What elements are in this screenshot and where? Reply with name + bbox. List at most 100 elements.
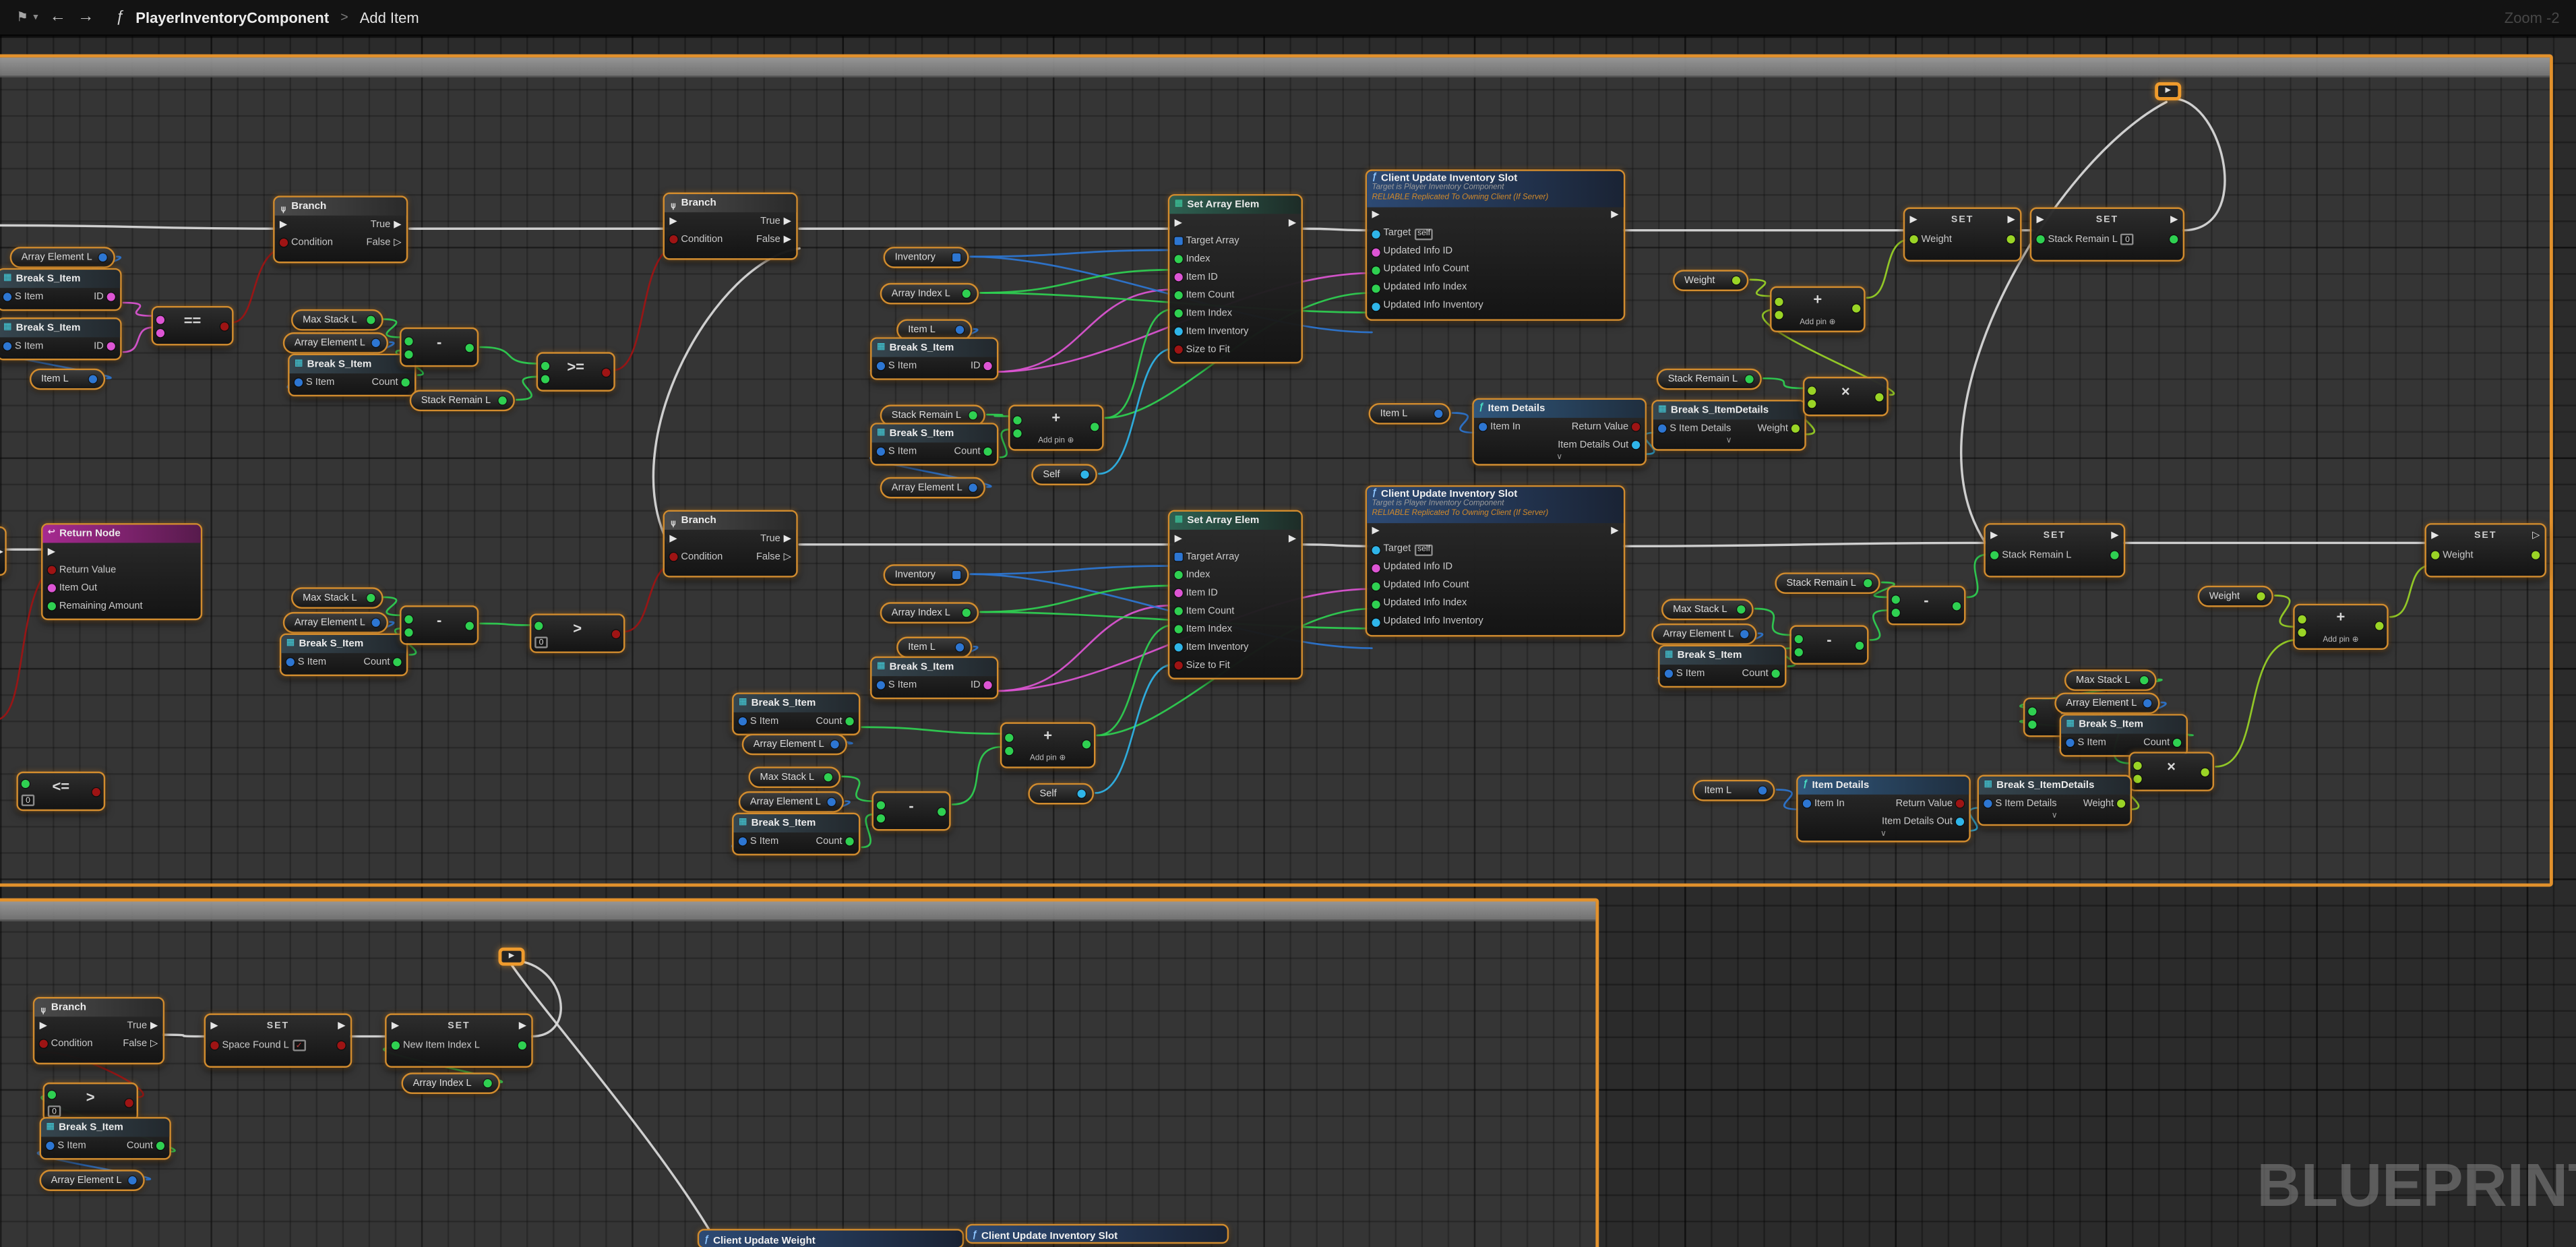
updated-info-inventory-pin[interactable] — [1372, 617, 1380, 626]
output-pin[interactable] — [1758, 787, 1767, 795]
node-header[interactable]: ƒClient Update Inventory SlotTarget is P… — [1367, 171, 1624, 206]
exec-in-pin[interactable]: ▶ — [1372, 210, 1379, 220]
variable-pill-item-l[interactable]: Item L — [1369, 403, 1451, 425]
set-array-elem-node[interactable]: ▦Set Array Elem▶▶Target ArrayIndexItem I… — [1168, 510, 1303, 679]
target-value[interactable]: self — [1414, 228, 1434, 239]
variable-pill-max-stack-l[interactable]: Max Stack L — [748, 766, 840, 788]
node-header[interactable]: ▦Break S_Item — [734, 694, 859, 712]
result-pin[interactable] — [602, 369, 610, 377]
node-header[interactable]: ▦Break S_Item — [872, 339, 997, 357]
variable-pill-array-element-l[interactable]: Array Element L — [10, 247, 115, 268]
node-header[interactable]: ⋔Branch — [665, 512, 796, 530]
input-pin-b[interactable] — [2298, 628, 2306, 636]
output-pin[interactable] — [1740, 630, 1748, 638]
exec-in-pin[interactable]: ▶ — [669, 216, 677, 226]
operator-multiply-node[interactable]: × — [1803, 377, 1889, 417]
s-item-input-pin[interactable] — [3, 293, 11, 301]
node-header[interactable]: ƒItem Details — [1474, 400, 1645, 418]
node-header[interactable]: ▦Break S_Item — [734, 814, 859, 832]
output-pin[interactable] — [499, 396, 507, 404]
break-s-item-node[interactable]: ▦Break S_ItemS ItemID — [0, 317, 122, 360]
updated-info-id-pin[interactable] — [1372, 564, 1380, 572]
input-pin-b[interactable] — [1795, 648, 1803, 657]
input-pin-b[interactable] — [1013, 429, 1021, 437]
input-pin-a[interactable] — [1775, 298, 1783, 306]
break-s-item-node[interactable]: ▦Break S_ItemS ItemCount — [732, 813, 860, 855]
reroute-node[interactable]: ▶ — [499, 948, 525, 966]
target-pin[interactable] — [1372, 229, 1380, 237]
output-pin[interactable] — [98, 253, 106, 262]
set-new-item-index-l-node[interactable]: ▶SET▶New Item Index L — [385, 1013, 533, 1068]
exec-in-pin[interactable]: ▶ — [1372, 526, 1379, 537]
break-s-item-node[interactable]: ▦Break S_ItemS ItemCount — [870, 423, 998, 465]
true-exec-pin[interactable]: ▶ — [784, 216, 791, 226]
break-s-itemdetails-node[interactable]: ▦Break S_ItemDetailsS Item DetailsWeight… — [1977, 775, 2132, 826]
input-pin-a[interactable] — [404, 615, 412, 624]
set-weight-node[interactable]: ▶SET▶Weight — [1903, 208, 2022, 262]
return-value-pin[interactable] — [1956, 799, 1964, 808]
output-pin[interactable] — [1745, 375, 1753, 383]
add-node[interactable]: +Add pin⊕ — [1000, 722, 1096, 768]
clipped-node[interactable]: ▶ — [0, 526, 7, 576]
variable-pill-stack-remain-l[interactable]: Stack Remain L — [1657, 369, 1762, 390]
set-space-found-l-node[interactable]: ▶SET▶Space Found L✓ — [204, 1013, 352, 1068]
count-output-pin[interactable] — [1772, 669, 1780, 677]
break-s-item-node[interactable]: ▦Break S_ItemS ItemCount — [40, 1117, 171, 1159]
output-pin[interactable] — [2143, 699, 2151, 707]
branch-node[interactable]: ⋔Branch▶True▶ConditionFalse▷ — [273, 195, 408, 263]
variable-pill-array-index-l[interactable]: Array Index L — [402, 1072, 500, 1094]
value-input[interactable]: 0 — [2121, 234, 2135, 245]
checkbox[interactable]: ✓ — [293, 1039, 306, 1051]
value-input-pin[interactable] — [392, 1041, 400, 1050]
exec-in-pin[interactable]: ▶ — [48, 547, 55, 557]
input-pin-a[interactable] — [534, 622, 543, 630]
operator-equals-node[interactable]: == — [152, 306, 234, 346]
variable-pill-weight[interactable]: Weight — [1673, 270, 1748, 291]
exec-pin[interactable]: ▶ — [2165, 88, 2170, 95]
s-item-input-pin[interactable] — [1665, 669, 1673, 677]
output-pin[interactable] — [1078, 789, 1086, 797]
input-pin-a[interactable] — [2028, 707, 2036, 715]
variable-pill-array-index-l[interactable]: Array Index L — [880, 283, 979, 305]
input-pin-b[interactable] — [1892, 609, 1900, 617]
count-output-pin[interactable] — [402, 378, 410, 386]
false-exec-pin[interactable]: ▷ — [394, 238, 401, 248]
add-pin-row[interactable]: Add pin⊕ — [2295, 637, 2387, 645]
item-id-pin[interactable] — [1175, 273, 1183, 281]
weight-output-pin[interactable] — [2117, 799, 2125, 808]
collapse-chevron-icon[interactable]: ∨ — [1653, 437, 1805, 448]
variable-pill-max-stack-l[interactable]: Max Stack L — [291, 309, 384, 331]
node-header[interactable]: ▦Break S_Item — [872, 658, 997, 676]
variable-pill-item-l[interactable]: Item L — [30, 369, 105, 390]
target-array-pin[interactable] — [1175, 553, 1183, 561]
branch-node[interactable]: ⋔Branch▶True▶ConditionFalse▶ — [663, 193, 798, 260]
input-pin-a[interactable] — [404, 337, 412, 345]
item-inventory-pin[interactable] — [1175, 643, 1183, 651]
variable-pill-self[interactable]: Self — [1031, 464, 1097, 485]
input-pin-a[interactable] — [2298, 615, 2306, 624]
client-update-weight-node[interactable]: ƒClient Update Weight — [698, 1229, 964, 1247]
exec-out-pin[interactable]: ▶ — [0, 548, 3, 558]
index-pin[interactable] — [1175, 255, 1183, 263]
operator-multiply-node[interactable]: × — [2128, 752, 2214, 791]
variable-pill-array-element-l[interactable]: Array Element L — [739, 791, 844, 813]
node-header[interactable]: ▦Set Array Elem — [1169, 195, 1301, 214]
variable-pill-array-element-l[interactable]: Array Element L — [742, 734, 847, 756]
node-header[interactable]: ƒClient Update Inventory SlotTarget is P… — [1367, 487, 1624, 522]
branch-node[interactable]: ⋔Branch▶True▶ConditionFalse▷ — [663, 510, 798, 578]
count-output-pin[interactable] — [156, 1142, 164, 1150]
break-s-item-node[interactable]: ▦Break S_ItemS ItemID — [870, 657, 998, 699]
output-pin[interactable] — [956, 643, 964, 651]
value-output-pin[interactable] — [2170, 235, 2178, 243]
item-details-out-pin[interactable] — [1956, 818, 1964, 826]
input-pin-b[interactable] — [877, 814, 885, 822]
result-pin[interactable] — [2201, 768, 2209, 777]
item-out-pin[interactable] — [48, 584, 56, 592]
operator-subtract-node[interactable]: - — [400, 605, 479, 645]
id-output-pin[interactable] — [983, 362, 991, 370]
bookmark-icon[interactable]: ⚑ — [16, 10, 28, 25]
item-index-pin[interactable] — [1175, 625, 1183, 633]
input-pin-b[interactable] — [404, 351, 412, 359]
count-output-pin[interactable] — [845, 717, 853, 725]
variable-pill-max-stack-l[interactable]: Max Stack L — [1661, 599, 1754, 620]
